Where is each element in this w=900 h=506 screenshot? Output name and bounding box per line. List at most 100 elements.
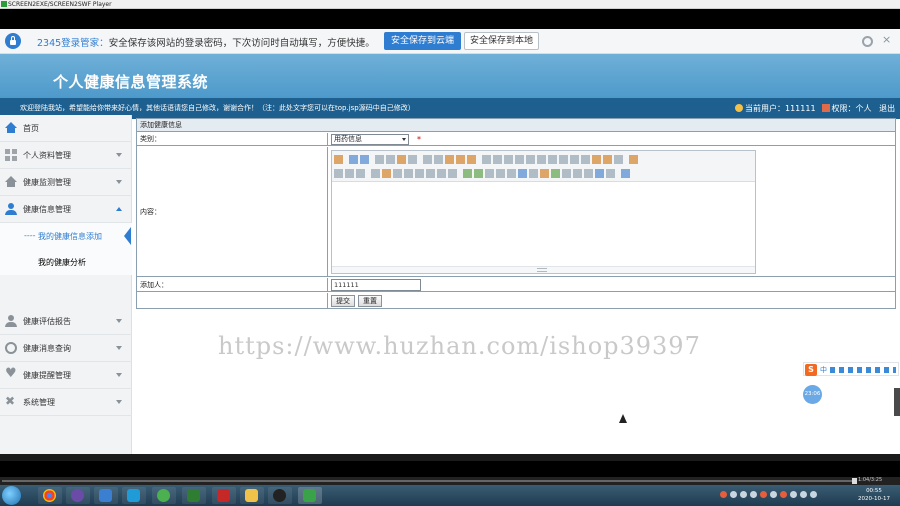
link-icon[interactable]: [595, 169, 604, 178]
tray-icon[interactable]: [780, 491, 787, 498]
flash-icon[interactable]: [485, 169, 494, 178]
font-family-icon[interactable]: [345, 169, 354, 178]
adder-input[interactable]: 111111: [331, 279, 421, 291]
sidebar-item-system[interactable]: 系统管理: [0, 389, 132, 416]
taskbar-player[interactable]: [298, 487, 322, 504]
unordered-list-icon[interactable]: [537, 155, 546, 164]
taskbar-app-2[interactable]: [94, 487, 118, 504]
seek-knob[interactable]: [852, 478, 857, 484]
emoticon-icon[interactable]: [540, 169, 549, 178]
remove-format-icon[interactable]: [448, 169, 457, 178]
anchor-icon[interactable]: [584, 169, 593, 178]
tray-icon[interactable]: [740, 491, 747, 498]
template-icon[interactable]: [397, 155, 406, 164]
sidebar-item-profile[interactable]: 个人资料管理: [0, 142, 132, 169]
reset-button[interactable]: 重置: [358, 295, 382, 307]
sidebar-item-home[interactable]: 首页: [0, 115, 132, 142]
seek-bar[interactable]: 1:04/3:25: [0, 477, 900, 485]
paste-text-icon[interactable]: [456, 155, 465, 164]
map-icon[interactable]: [551, 169, 560, 178]
gear-icon[interactable]: [862, 36, 873, 47]
sidebar-item-health-info[interactable]: 健康信息管理: [0, 196, 132, 223]
sidebar-item-assessment[interactable]: 健康评估报告: [0, 308, 132, 335]
highlight-icon[interactable]: [382, 169, 391, 178]
copy-icon[interactable]: [434, 155, 443, 164]
ime-toolbar[interactable]: S 中: [803, 362, 899, 376]
align-right-icon[interactable]: [504, 155, 513, 164]
paste-icon[interactable]: [445, 155, 454, 164]
tray-icon[interactable]: [750, 491, 757, 498]
about-icon[interactable]: [621, 169, 630, 178]
source-icon[interactable]: [334, 155, 343, 164]
taskbar-app-1[interactable]: [66, 487, 90, 504]
sidebar-item-reminders[interactable]: 健康提醒管理: [0, 362, 132, 389]
taskbar-qq[interactable]: [268, 487, 292, 504]
indent-icon[interactable]: [548, 155, 557, 164]
insert-file-icon[interactable]: [507, 169, 516, 178]
align-justify-icon[interactable]: [515, 155, 524, 164]
ime-mode[interactable]: 中: [820, 365, 827, 375]
network-icon[interactable]: [800, 491, 807, 498]
table-icon[interactable]: [518, 169, 527, 178]
taskbar-app-6[interactable]: [212, 487, 236, 504]
taskbar-app-3[interactable]: [122, 487, 146, 504]
superscript-icon[interactable]: [581, 155, 590, 164]
image-icon[interactable]: [463, 169, 472, 178]
redo-icon[interactable]: [360, 155, 369, 164]
code-block-icon[interactable]: [562, 169, 571, 178]
page-break-icon[interactable]: [573, 169, 582, 178]
clock[interactable]: 00:55 2020-10-17: [850, 487, 898, 503]
seek-track[interactable]: [2, 480, 854, 482]
subscript-icon[interactable]: [570, 155, 579, 164]
editor-resize-bar[interactable]: [332, 266, 755, 273]
quick-format-icon[interactable]: [629, 155, 638, 164]
submit-button[interactable]: 提交: [331, 295, 355, 307]
bold-icon[interactable]: [393, 169, 402, 178]
sidebar-subitem-add-health-info[interactable]: ---- 我的健康信息添加: [0, 223, 132, 249]
ime-tools-icon[interactable]: [830, 367, 896, 373]
line-height-icon[interactable]: [437, 169, 446, 178]
preview-icon[interactable]: [375, 155, 384, 164]
code-icon[interactable]: [408, 155, 417, 164]
outdent-icon[interactable]: [559, 155, 568, 164]
side-tab[interactable]: [894, 388, 900, 416]
taskbar-chrome[interactable]: [38, 487, 62, 504]
sidebar-subitem-health-analysis[interactable]: 我的健康分析: [0, 249, 132, 275]
floating-timer-bubble[interactable]: 23:06: [803, 385, 822, 404]
sidebar-item-messages[interactable]: 健康消息查询: [0, 335, 132, 362]
strikethrough-icon[interactable]: [426, 169, 435, 178]
volume-icon[interactable]: [810, 491, 817, 498]
start-button[interactable]: [2, 486, 21, 505]
italic-icon[interactable]: [404, 169, 413, 178]
underline-icon[interactable]: [415, 169, 424, 178]
align-center-icon[interactable]: [493, 155, 502, 164]
multi-image-icon[interactable]: [474, 169, 483, 178]
category-select[interactable]: 用药信息: [331, 134, 409, 145]
tray-icon[interactable]: [720, 491, 727, 498]
tray-icon[interactable]: [730, 491, 737, 498]
heading-icon[interactable]: [334, 169, 343, 178]
cut-icon[interactable]: [423, 155, 432, 164]
close-icon[interactable]: ×: [882, 33, 891, 46]
sidebar-item-monitoring[interactable]: 健康监测管理: [0, 169, 132, 196]
align-left-icon[interactable]: [482, 155, 491, 164]
logout-link[interactable]: 退出: [879, 104, 895, 113]
ordered-list-icon[interactable]: [526, 155, 535, 164]
save-to-cloud-button[interactable]: 安全保存到云端: [384, 32, 461, 50]
tray-icon[interactable]: [790, 491, 797, 498]
taskbar-explorer[interactable]: [240, 487, 264, 504]
clear-format-icon[interactable]: [592, 155, 601, 164]
taskbar-app-5[interactable]: [182, 487, 206, 504]
hr-icon[interactable]: [529, 169, 538, 178]
media-icon[interactable]: [496, 169, 505, 178]
undo-icon[interactable]: [349, 155, 358, 164]
paste-word-icon[interactable]: [467, 155, 476, 164]
save-to-local-button[interactable]: 安全保存到本地: [464, 32, 539, 50]
editor-text-area[interactable]: [332, 182, 755, 266]
fullscreen-icon[interactable]: [614, 155, 623, 164]
text-color-icon[interactable]: [371, 169, 380, 178]
tray-icon[interactable]: [770, 491, 777, 498]
unlink-icon[interactable]: [606, 169, 615, 178]
tray-icon[interactable]: [760, 491, 767, 498]
taskbar-app-4[interactable]: [152, 487, 176, 504]
